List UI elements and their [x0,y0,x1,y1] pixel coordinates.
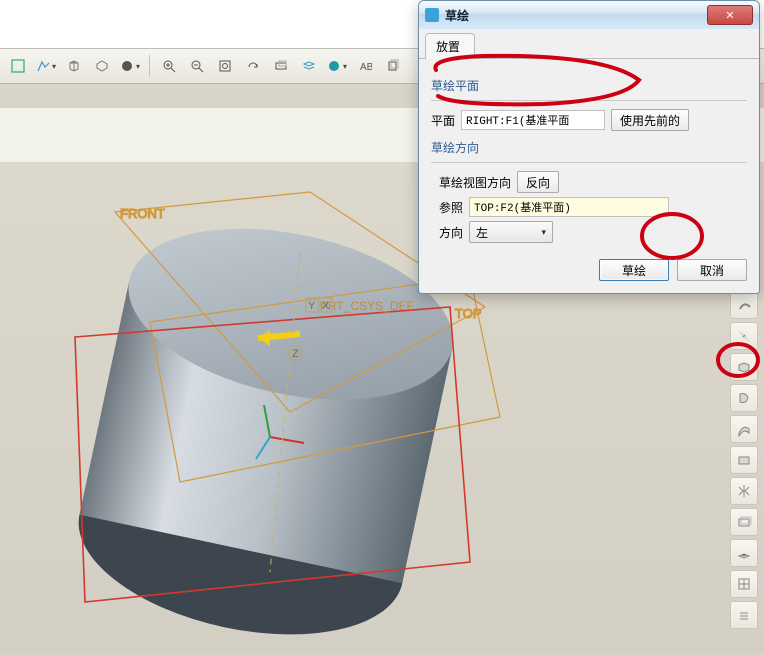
tool-select-icon[interactable] [6,54,30,78]
tab-placement-label: 放置 [436,40,460,54]
tab-placement[interactable]: 放置 [425,33,475,59]
direction-select[interactable]: 左 [469,221,553,243]
label-front: FRONT [120,206,165,221]
cancel-button[interactable]: 取消 [677,259,747,281]
reference-field[interactable]: TOP:F2(基准平面) [469,197,669,217]
toolbar-separator [149,55,150,77]
tool-axis-icon[interactable] [730,291,758,319]
plane-field-value: RIGHT:F1(基准平面 [466,112,569,128]
reference-label: 参照 [439,199,463,216]
axis-z-label: Z [292,348,299,360]
shading-icon[interactable] [325,54,349,78]
flip-button-label: 反向 [526,174,550,191]
direction-select-value: 左 [476,224,488,241]
copy-icon[interactable] [381,54,405,78]
dialog-tabs: 放置 [419,29,759,59]
rotate-icon[interactable] [241,54,265,78]
layers-icon[interactable] [297,54,321,78]
divider [431,162,747,163]
tool-sphere-icon[interactable] [118,54,142,78]
label-csys: PRT_CSYS_DEF [320,299,414,313]
tool-hexagon-icon[interactable] [90,54,114,78]
view-icon[interactable] [269,54,293,78]
close-icon: ✕ [725,9,734,22]
tool-blend-icon[interactable] [730,446,758,474]
direction-label: 方向 [439,224,463,241]
zoom-out-icon[interactable] [185,54,209,78]
tool-menu-icon[interactable] [730,601,758,629]
reference-field-value: TOP:F2(基准平面) [474,199,571,215]
axis-x-label: X [322,300,330,312]
axis-y-label: Y [308,300,316,312]
sketch-ok-button-label: 草绘 [622,262,646,279]
group-sketch-plane-label: 草绘平面 [431,77,747,94]
tool-pattern-icon[interactable] [730,508,758,536]
tool-mirror-icon[interactable] [730,477,758,505]
zoom-fit-icon[interactable] [213,54,237,78]
tool-hole-icon[interactable] [730,539,758,567]
use-previous-button-label: 使用先前的 [620,112,680,129]
view-dir-label: 草绘视图方向 [439,174,511,191]
tool-sweep-icon[interactable] [730,415,758,443]
flip-button[interactable]: 反向 [517,171,559,193]
dialog-close-button[interactable]: ✕ [707,5,753,25]
use-previous-button[interactable]: 使用先前的 [611,109,689,131]
svg-text:AB: AB [360,62,372,73]
dialog-title: 草绘 [445,7,707,24]
tool-extrude-icon[interactable] [730,353,758,381]
plane-label: 平面 [431,112,455,129]
label-top: TOP [455,306,482,321]
zoom-in-icon[interactable] [157,54,181,78]
right-tool-palette [730,260,760,629]
divider [431,100,747,101]
dialog-titlebar[interactable]: 草绘 ✕ [419,1,759,29]
annotate-icon[interactable]: AB [353,54,377,78]
dialog-body: 草绘平面 平面 RIGHT:F1(基准平面 使用先前的 草绘方向 草绘视图方向 … [419,59,759,293]
tool-point-icon[interactable] [730,322,758,350]
dialog-app-icon [425,8,439,22]
plane-field[interactable]: RIGHT:F1(基准平面 [461,110,605,130]
tool-grid-icon[interactable] [730,570,758,598]
tool-cube-icon[interactable] [62,54,86,78]
tool-graph-icon[interactable] [34,54,58,78]
group-sketch-orient-label: 草绘方向 [431,139,747,156]
cancel-button-label: 取消 [700,262,724,279]
sketch-dialog: 草绘 ✕ 放置 草绘平面 平面 RIGHT:F1(基准平面 使用先前的 草绘方向… [418,0,760,294]
tool-revolve-icon[interactable] [730,384,758,412]
sketch-ok-button[interactable]: 草绘 [599,259,669,281]
